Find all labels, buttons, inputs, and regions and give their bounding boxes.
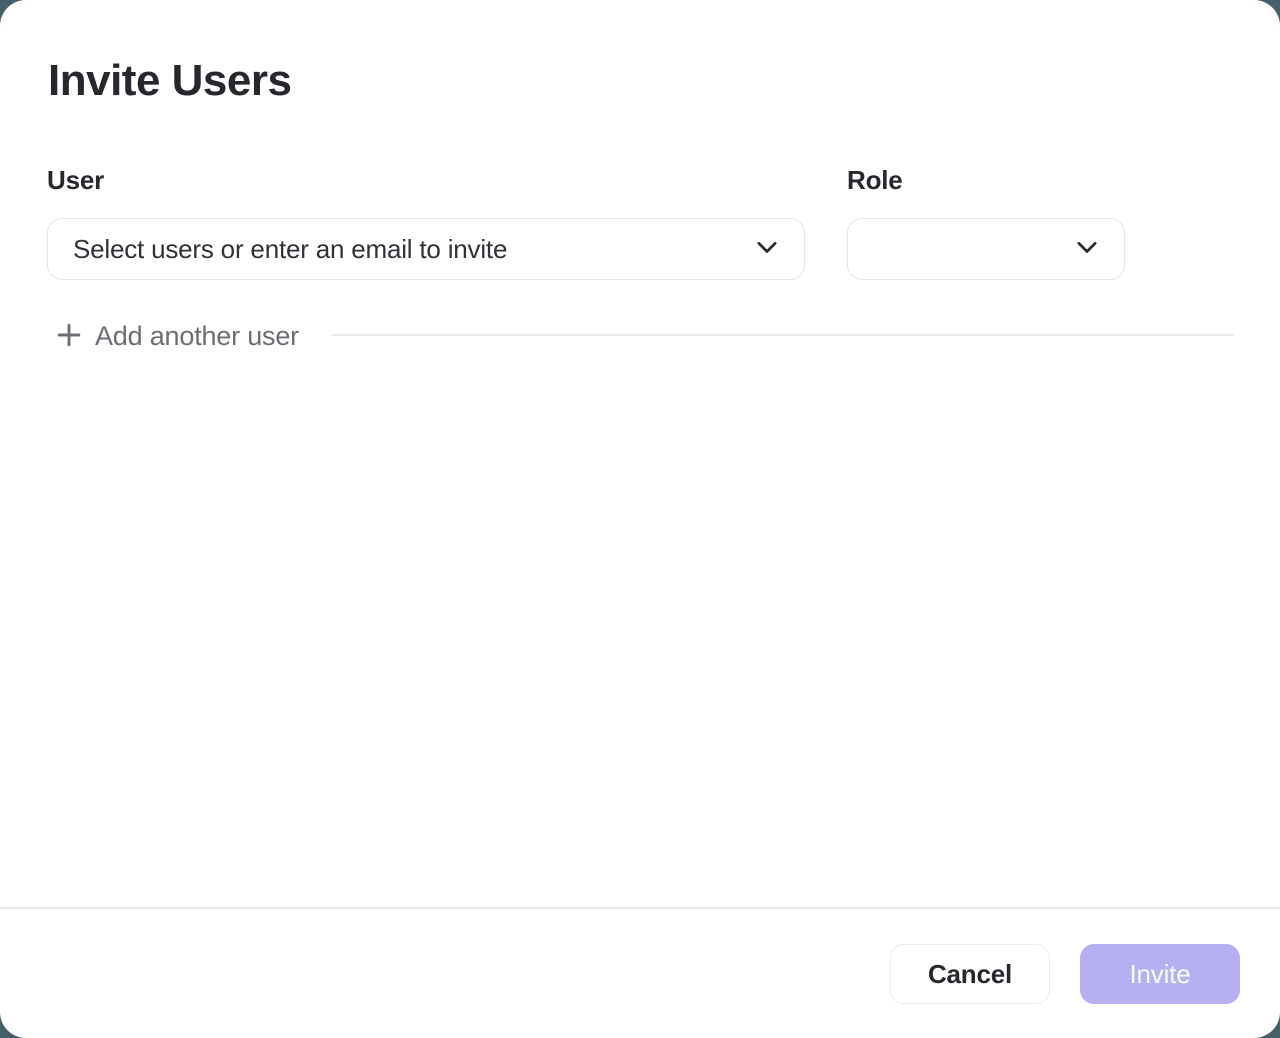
add-another-user-button[interactable]: Add another user bbox=[55, 317, 299, 355]
user-select[interactable]: Select users or enter an email to invite bbox=[47, 218, 805, 280]
modal-title: Invite Users bbox=[48, 56, 291, 106]
chevron-down-icon bbox=[754, 234, 780, 265]
page-backdrop: Invite Users User Select users or enter … bbox=[0, 0, 1280, 1038]
role-field-label: Role bbox=[847, 163, 903, 197]
chevron-down-icon bbox=[1074, 234, 1100, 265]
cancel-button[interactable]: Cancel bbox=[890, 944, 1050, 1004]
invite-users-modal: Invite Users User Select users or enter … bbox=[0, 0, 1280, 1038]
add-another-user-label: Add another user bbox=[95, 321, 299, 352]
invite-button[interactable]: Invite bbox=[1080, 944, 1240, 1004]
add-user-divider bbox=[332, 334, 1234, 336]
user-select-placeholder: Select users or enter an email to invite bbox=[73, 234, 754, 265]
role-select[interactable] bbox=[847, 218, 1125, 280]
user-field-label: User bbox=[47, 163, 104, 197]
plus-icon bbox=[55, 321, 83, 352]
footer-divider bbox=[0, 907, 1280, 909]
